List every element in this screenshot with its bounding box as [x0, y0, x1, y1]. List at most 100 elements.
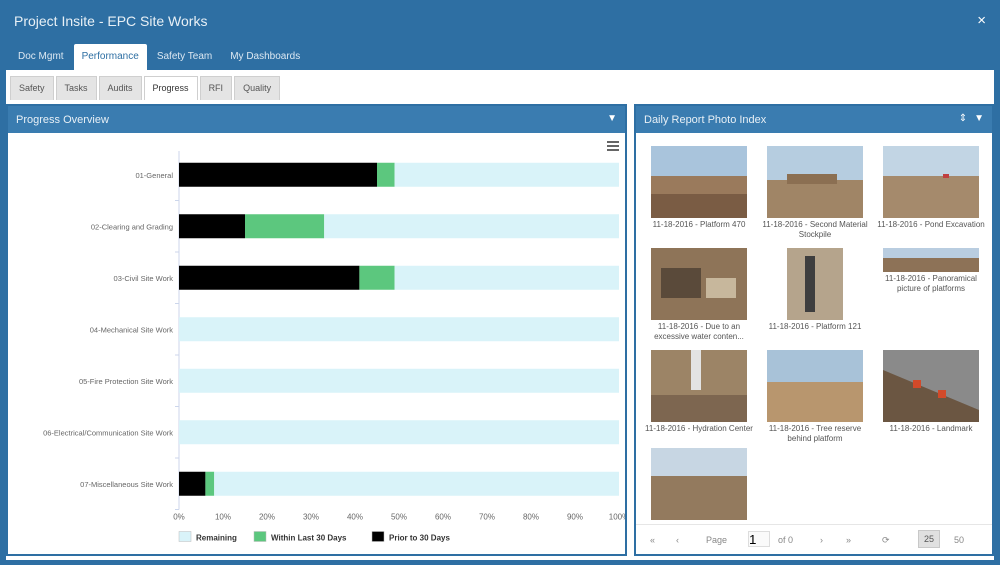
sub-tab-bar: Safety Tasks Audits Progress RFI Quality — [6, 70, 994, 100]
photo-item[interactable]: 11-18-2016 - Platform 121 — [760, 248, 870, 332]
tab-safety[interactable]: Safety — [10, 76, 54, 100]
bar-segment — [245, 214, 325, 239]
tab-quality[interactable]: Quality — [234, 76, 281, 100]
filter-icon[interactable]: ▼ — [974, 113, 984, 124]
chart-area: 01-General 02-Clearing and Grading 03-Civi… — [8, 133, 629, 554]
legend-swatch — [371, 531, 385, 542]
photo-thumbnail — [767, 350, 863, 422]
bar-segment — [179, 162, 377, 187]
photo-thumbnail — [651, 448, 747, 520]
legend-label: Prior to 30 Days — [389, 534, 450, 543]
bar-segment — [324, 214, 619, 239]
content-area: Progress Overview ▼ 01-General 02-Clearin… — [6, 100, 994, 560]
next-page-icon[interactable]: › — [820, 535, 823, 545]
photo-item[interactable]: 11-18-2016 - Hydration Center — [644, 350, 754, 434]
x-tick-label: 10% — [215, 513, 231, 522]
page-number-input[interactable] — [748, 531, 770, 547]
photo-caption: 11-18-2016 - Tree reserve behind platfor… — [768, 424, 862, 443]
x-tick-label: 40% — [347, 513, 363, 522]
photo-item[interactable]: 11-18-2016 - Second Material Stockpile — [760, 146, 870, 240]
photo-caption: 11-18-2016 - Pond Excavation — [877, 220, 985, 229]
bar-segment — [394, 162, 619, 187]
tab-rfi[interactable]: RFI — [199, 76, 233, 100]
category-label: 03-Civil Site Work — [114, 274, 174, 283]
prev-page-icon[interactable]: ‹ — [676, 535, 679, 545]
photo-thumbnail — [883, 146, 979, 218]
photo-caption: 11-18-2016 - Hydration Center — [645, 424, 753, 433]
x-tick-label: 20% — [259, 513, 275, 522]
last-page-icon[interactable]: » — [846, 535, 851, 545]
close-icon[interactable]: × — [977, 12, 986, 29]
tab-performance[interactable]: Performance — [73, 44, 147, 70]
photo-item[interactable]: 11-18-2016 - Platform 470 — [644, 146, 754, 230]
progress-panel-title: Progress Overview — [16, 114, 109, 126]
bar-segment — [179, 368, 619, 393]
bar-segment — [179, 214, 245, 239]
bar-segment — [377, 162, 395, 187]
photo-item[interactable]: 11-18-2016 - Tree reserve behind platfor… — [760, 350, 870, 444]
tab-progress[interactable]: Progress — [143, 76, 198, 100]
photo-caption: 11-18-2016 - Landmark — [889, 424, 973, 433]
page-label: Page — [706, 535, 728, 545]
category-label: 01-General — [135, 171, 173, 180]
bar-segment — [214, 471, 619, 496]
photo-item[interactable] — [644, 448, 754, 520]
chart-menu-icon[interactable] — [607, 141, 619, 153]
page-of-label: of 0 — [778, 535, 794, 545]
x-tick-label: 100% — [609, 513, 625, 522]
x-tick-label: 50% — [391, 513, 407, 522]
x-tick-label: 30% — [303, 513, 319, 522]
x-tick-label: 60% — [435, 513, 451, 522]
category-label: 06-Electrical/Communication Site Work — [43, 428, 173, 437]
photo-index-panel: Daily Report Photo Index ⇕ ▼ 11-18-2016 … — [634, 104, 994, 556]
sort-icon[interactable]: ⇕ — [959, 113, 967, 124]
bar-segment — [179, 420, 619, 445]
photo-thumbnail — [767, 146, 863, 218]
photo-thumbnail — [883, 248, 979, 272]
photo-thumbnail — [651, 146, 747, 218]
refresh-icon[interactable]: ⟳ — [882, 535, 890, 546]
window-title: Project Insite - EPC Site Works — [14, 13, 208, 29]
category-label: 05-Fire Protection Site Work — [79, 377, 173, 386]
bar-segment — [179, 265, 360, 290]
photo-item[interactable]: 11-18-2016 - Panoramical picture of plat… — [876, 248, 986, 294]
legend-swatch — [178, 531, 192, 542]
tab-safety-team[interactable]: Safety Team — [149, 44, 220, 70]
page-size-50[interactable]: 50 — [954, 535, 964, 545]
bar-segment — [359, 265, 395, 290]
legend-swatch — [253, 531, 267, 542]
progress-panel-header: Progress Overview ▼ — [8, 106, 625, 133]
category-label: 07-Miscellaneous Site Work — [80, 480, 173, 489]
first-page-icon[interactable]: « — [650, 535, 655, 545]
photo-thumbnail — [883, 350, 979, 422]
app-window: Project Insite - EPC Site Works × Doc Mg… — [0, 0, 1000, 565]
page-size-25[interactable]: 25 — [918, 530, 940, 548]
tab-tasks[interactable]: Tasks — [55, 76, 97, 100]
tab-audits[interactable]: Audits — [98, 76, 142, 100]
tab-my-dashboards[interactable]: My Dashboards — [222, 44, 308, 70]
photo-panel-header: Daily Report Photo Index ⇕ ▼ — [636, 106, 992, 133]
photo-thumbnail — [787, 248, 843, 320]
tab-doc-mgmt[interactable]: Doc Mgmt — [10, 44, 72, 70]
progress-chart: 01-General 02-Clearing and Grading 03-Civi… — [43, 151, 629, 543]
legend-label: Remaining — [196, 534, 237, 543]
x-tick-label: 90% — [567, 513, 583, 522]
category-label: 02-Clearing and Grading — [91, 222, 173, 231]
photo-caption: 11-18-2016 - Platform 121 — [768, 322, 862, 331]
photo-item[interactable]: 11-18-2016 - Landmark — [876, 350, 986, 434]
photo-item[interactable]: 11-18-2016 - Due to an excessive water c… — [644, 248, 754, 342]
photo-caption: 11-18-2016 - Second Material Stockpile — [762, 220, 868, 239]
photo-thumbnail — [651, 350, 747, 422]
bar-segment — [179, 317, 619, 342]
photo-caption: 11-18-2016 - Panoramical picture of plat… — [885, 274, 977, 293]
photo-thumbnail — [651, 248, 747, 320]
x-tick-label: 70% — [479, 513, 495, 522]
photo-item[interactable]: 11-18-2016 - Pond Excavation — [876, 146, 986, 230]
photo-grid: 11-18-2016 - Platform 470 11-18-2016 - S… — [644, 142, 988, 520]
bar-segment — [179, 471, 206, 496]
x-tick-label: 80% — [523, 513, 539, 522]
photo-panel-title: Daily Report Photo Index — [644, 114, 767, 126]
filter-icon[interactable]: ▼ — [607, 113, 617, 124]
photo-pager: « ‹ Page of 0 › » ⟳ 25 50 — [636, 524, 992, 554]
main-tab-bar: Doc Mgmt Performance Safety Team My Dash… — [10, 44, 310, 70]
